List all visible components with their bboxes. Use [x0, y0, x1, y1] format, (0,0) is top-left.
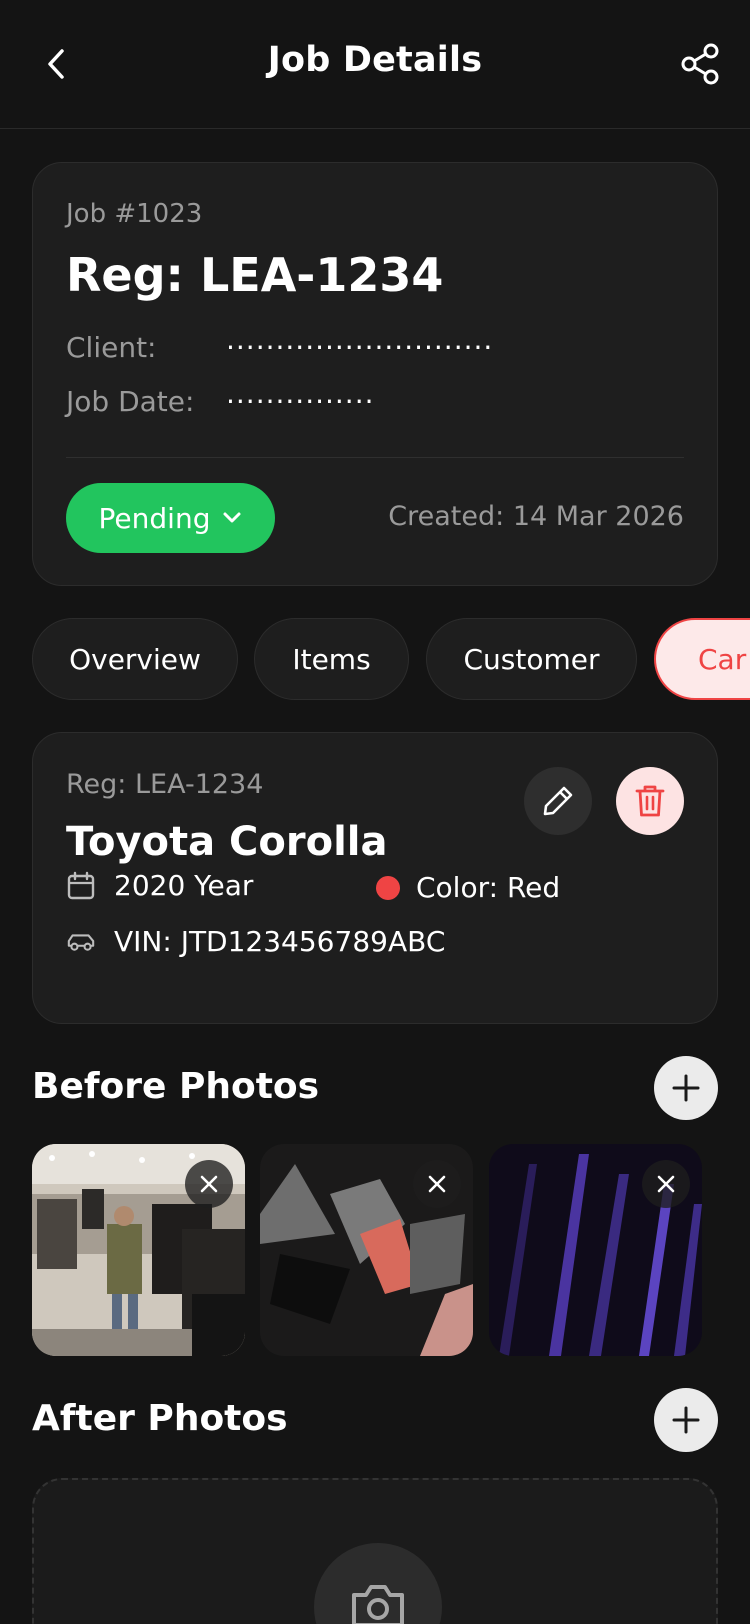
color-swatch: [376, 875, 400, 900]
after-photos-title: After Photos: [32, 1398, 288, 1439]
before-photo-1[interactable]: [32, 1144, 245, 1356]
status-label: Pending: [98, 501, 211, 535]
tab-customer[interactable]: Customer: [426, 618, 637, 700]
job-number: Job #1023: [66, 199, 203, 229]
vehicle-registration: Reg: LEA-1234: [66, 769, 264, 800]
tab-overview[interactable]: Overview: [32, 618, 238, 700]
app-header: Job Details: [0, 0, 750, 129]
job-summary-card: Job #1023 Reg: LEA-1234 Client: ........…: [32, 162, 718, 586]
before-photo-3[interactable]: [489, 1144, 702, 1356]
close-icon: [200, 1175, 218, 1193]
created-date: Created: 14 Mar 2026: [388, 501, 684, 532]
share-icon: [681, 43, 719, 85]
pencil-icon: [543, 786, 573, 816]
close-icon: [657, 1175, 675, 1193]
delete-vehicle-button[interactable]: [616, 767, 684, 835]
plus-icon: [672, 1406, 700, 1434]
edit-vehicle-button[interactable]: [524, 767, 592, 835]
tab-bar: Overview Items Customer Car: [32, 618, 750, 700]
vehicle-color: Color: Red: [416, 871, 561, 904]
remove-photo-button[interactable]: [642, 1160, 690, 1208]
client-value: ...........................: [226, 323, 494, 356]
vehicle-year-row: 2020 Year: [66, 869, 253, 902]
tab-items[interactable]: Items: [254, 618, 409, 700]
add-before-photo-button[interactable]: [654, 1056, 718, 1120]
vehicle-vin: VIN: JTD123456789ABC: [114, 925, 446, 958]
vehicle-name: Toyota Corolla: [66, 819, 388, 865]
before-photo-2[interactable]: [260, 1144, 473, 1356]
close-icon: [428, 1175, 446, 1193]
remove-photo-button[interactable]: [413, 1160, 461, 1208]
divider: [66, 457, 684, 458]
trash-icon: [635, 785, 665, 817]
plus-icon: [672, 1074, 700, 1102]
camera-icon: [352, 1585, 404, 1624]
vehicle-year: 2020 Year: [114, 869, 254, 902]
page-title: Job Details: [267, 40, 483, 80]
vehicle-card: Reg: LEA-1234 Toyota Corolla 2020 Year C…: [32, 732, 718, 1024]
chevron-down-icon: [223, 512, 241, 523]
tab-car[interactable]: Car: [654, 618, 750, 700]
camera-placeholder: [314, 1543, 442, 1624]
add-after-photo-button[interactable]: [654, 1388, 718, 1452]
job-date-value: ...............: [226, 377, 375, 410]
status-dropdown[interactable]: Pending: [66, 483, 275, 553]
after-photos-empty-state[interactable]: [32, 1478, 718, 1624]
vehicle-color-row: Color: Red: [376, 871, 560, 904]
client-label: Client:: [66, 331, 157, 364]
job-registration: Reg: LEA-1234: [66, 248, 444, 302]
remove-photo-button[interactable]: [185, 1160, 233, 1208]
vehicle-vin-row: VIN: JTD123456789ABC: [66, 925, 445, 958]
job-date-label: Job Date:: [66, 385, 195, 418]
before-photos-title: Before Photos: [32, 1066, 320, 1107]
car-icon: [66, 927, 96, 957]
calendar-icon: [66, 871, 96, 901]
share-button[interactable]: [676, 40, 724, 88]
